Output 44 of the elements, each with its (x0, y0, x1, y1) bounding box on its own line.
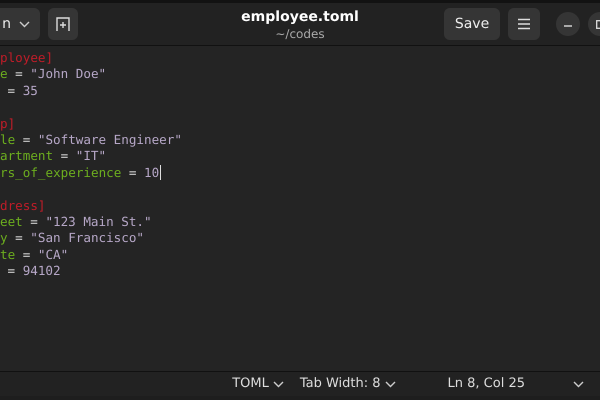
equals-sign: = (30, 214, 38, 230)
value-text: "John Doe" (30, 66, 106, 83)
equals-sign: = (60, 148, 68, 165)
menu-button[interactable] (508, 8, 540, 40)
table-header: dress] (0, 198, 46, 214)
window-title: employee.toml (241, 8, 359, 27)
key-text: te (0, 246, 16, 264)
open-button[interactable]: n (0, 8, 40, 40)
language-dropdown[interactable]: TOML (232, 374, 284, 394)
caret-icon (272, 380, 284, 388)
equals-sign: = (22, 246, 30, 264)
value-text: "123 Main St." (45, 214, 152, 230)
equals-sign: = (8, 82, 16, 100)
equals-sign: = (128, 164, 136, 182)
key-text: e (0, 66, 8, 83)
menu-icon (517, 18, 531, 30)
tab-width-dropdown[interactable]: Tab Width: 8 (300, 374, 396, 394)
equals-sign: = (15, 230, 23, 247)
cursor-position: Ln 8, Col 25 (448, 375, 525, 394)
new-tab-icon (55, 16, 71, 32)
caret-icon (19, 20, 30, 28)
table-header: p] (0, 116, 16, 132)
value-text: "IT" (76, 148, 106, 165)
value-text: 35 (22, 82, 38, 100)
value-text: 10 (144, 164, 160, 182)
new-tab-button[interactable] (48, 8, 78, 40)
equals-sign: = (22, 132, 30, 148)
key-text: le (0, 132, 16, 148)
key-text: rs_of_experience (0, 164, 122, 182)
caret-icon[interactable] (573, 380, 584, 388)
key-text: eet (0, 214, 23, 230)
equals-sign: = (8, 263, 16, 280)
window-subtitle: ~/codes (274, 26, 326, 43)
value-text: "CA" (38, 246, 68, 264)
value-text: "Software Engineer" (38, 132, 182, 148)
equals-sign: = (15, 66, 23, 83)
table-header: ployee] (0, 50, 54, 66)
value-text: 94102 (22, 263, 61, 280)
key-text: artment (0, 148, 54, 165)
save-button[interactable]: Save (444, 8, 500, 40)
minimize-button[interactable] (556, 12, 580, 36)
value-text: "San Francisco" (30, 230, 144, 247)
caret-icon (384, 380, 396, 388)
key-text: y (0, 230, 8, 247)
